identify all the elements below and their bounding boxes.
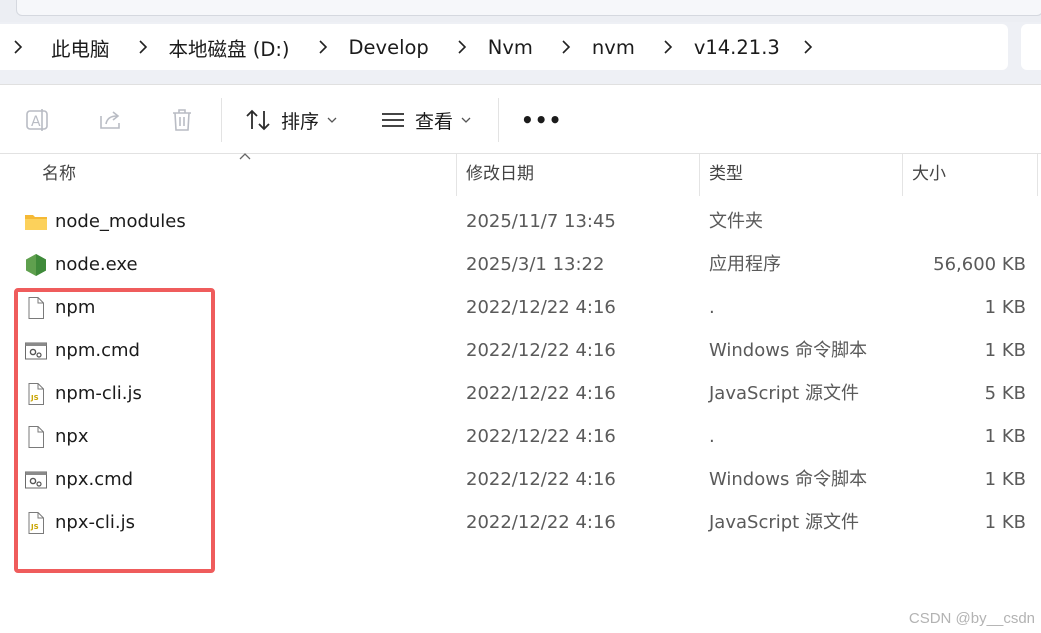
column-header-row: 名称 修改日期 类型 大小 [0, 153, 1041, 196]
chevron-down-icon [327, 117, 337, 123]
share-icon[interactable] [97, 106, 125, 134]
file-size: 1 KB [984, 297, 1026, 318]
breadcrumb-item[interactable]: v14.21.3 [694, 36, 780, 59]
column-date[interactable]: 修改日期 [456, 154, 699, 196]
chevron-right-icon[interactable] [660, 39, 676, 55]
column-size[interactable]: 大小 [902, 154, 1037, 196]
view-button[interactable]: 查看 [381, 101, 471, 139]
file-name: node.exe [55, 254, 138, 275]
file-date: 2022/12/22 4:16 [466, 383, 616, 404]
column-divider[interactable] [1037, 154, 1038, 196]
chevron-right-icon[interactable] [558, 39, 574, 55]
view-label: 查看 [415, 110, 454, 133]
file-row[interactable]: node.exe 2025/3/1 13:22 应用程序 56,600 KB [0, 243, 1041, 286]
breadcrumb-item[interactable]: 本地磁盘 (D:) [169, 33, 290, 62]
column-type[interactable]: 类型 [699, 154, 902, 196]
file-date: 2022/12/22 4:16 [466, 297, 616, 318]
file-size: 1 KB [984, 426, 1026, 447]
file-type: Windows 命令脚本 [709, 340, 868, 361]
file-name: node_modules [55, 211, 186, 232]
breadcrumb-item[interactable]: Nvm [488, 36, 533, 59]
window-top-strip [0, 0, 1041, 22]
file-date: 2022/12/22 4:16 [466, 340, 616, 361]
red-highlight-box [14, 288, 215, 573]
column-name[interactable]: 名称 [32, 154, 456, 196]
file-type: JavaScript 源文件 [709, 512, 859, 533]
file-date: 2025/11/7 13:45 [466, 211, 616, 232]
chevron-right-icon[interactable] [315, 39, 331, 55]
file-size: 1 KB [984, 340, 1026, 361]
search-box-edge[interactable] [1021, 24, 1041, 70]
file-row[interactable]: node_modules 2025/11/7 13:45 文件夹 [0, 200, 1041, 243]
breadcrumb-item[interactable]: Develop [349, 36, 429, 59]
address-bar: 此电脑 本地磁盘 (D:) Develop Nvm nvm v14.21.3 [0, 22, 1041, 84]
file-type: . [709, 297, 715, 318]
svg-text:A: A [31, 114, 41, 130]
file-date: 2022/12/22 4:16 [466, 512, 616, 533]
sort-arrows-icon [246, 109, 270, 131]
file-type: Windows 命令脚本 [709, 469, 868, 490]
breadcrumb-item[interactable]: nvm [592, 36, 635, 59]
file-type: JavaScript 源文件 [709, 383, 859, 404]
chevron-right-icon[interactable] [135, 39, 151, 55]
chevron-right-icon[interactable] [454, 39, 470, 55]
folder-icon [24, 210, 48, 234]
file-size: 1 KB [984, 512, 1026, 533]
rename-icon[interactable]: A [24, 106, 52, 134]
view-list-icon [382, 113, 404, 127]
command-bar: A 排序 查看 ••• [0, 84, 1041, 154]
breadcrumb-item[interactable]: 此电脑 [51, 33, 110, 62]
chevron-right-icon[interactable] [10, 39, 26, 55]
file-type: 文件夹 [709, 211, 763, 232]
watermark: CSDN @by__csdn [908, 610, 1035, 627]
file-type: 应用程序 [709, 254, 781, 275]
breadcrumb[interactable]: 此电脑 本地磁盘 (D:) Develop Nvm nvm v14.21.3 [0, 24, 1008, 70]
file-type: . [709, 426, 715, 447]
top-tab-edge [16, 0, 1041, 16]
nodejs-icon [24, 253, 48, 277]
more-options-button[interactable]: ••• [521, 101, 562, 139]
chevron-right-icon[interactable] [800, 39, 816, 55]
sort-label: 排序 [281, 110, 320, 133]
file-date: 2025/3/1 13:22 [466, 254, 605, 275]
more-icon: ••• [521, 108, 563, 132]
file-size: 56,600 KB [933, 254, 1026, 275]
delete-icon[interactable] [168, 106, 196, 134]
file-date: 2022/12/22 4:16 [466, 426, 616, 447]
sort-button[interactable]: 排序 [245, 101, 337, 139]
toolbar-divider [498, 98, 499, 142]
toolbar-divider [221, 98, 222, 142]
file-size: 1 KB [984, 469, 1026, 490]
chevron-down-icon [461, 117, 471, 123]
file-date: 2022/12/22 4:16 [466, 469, 616, 490]
file-size: 5 KB [984, 383, 1026, 404]
